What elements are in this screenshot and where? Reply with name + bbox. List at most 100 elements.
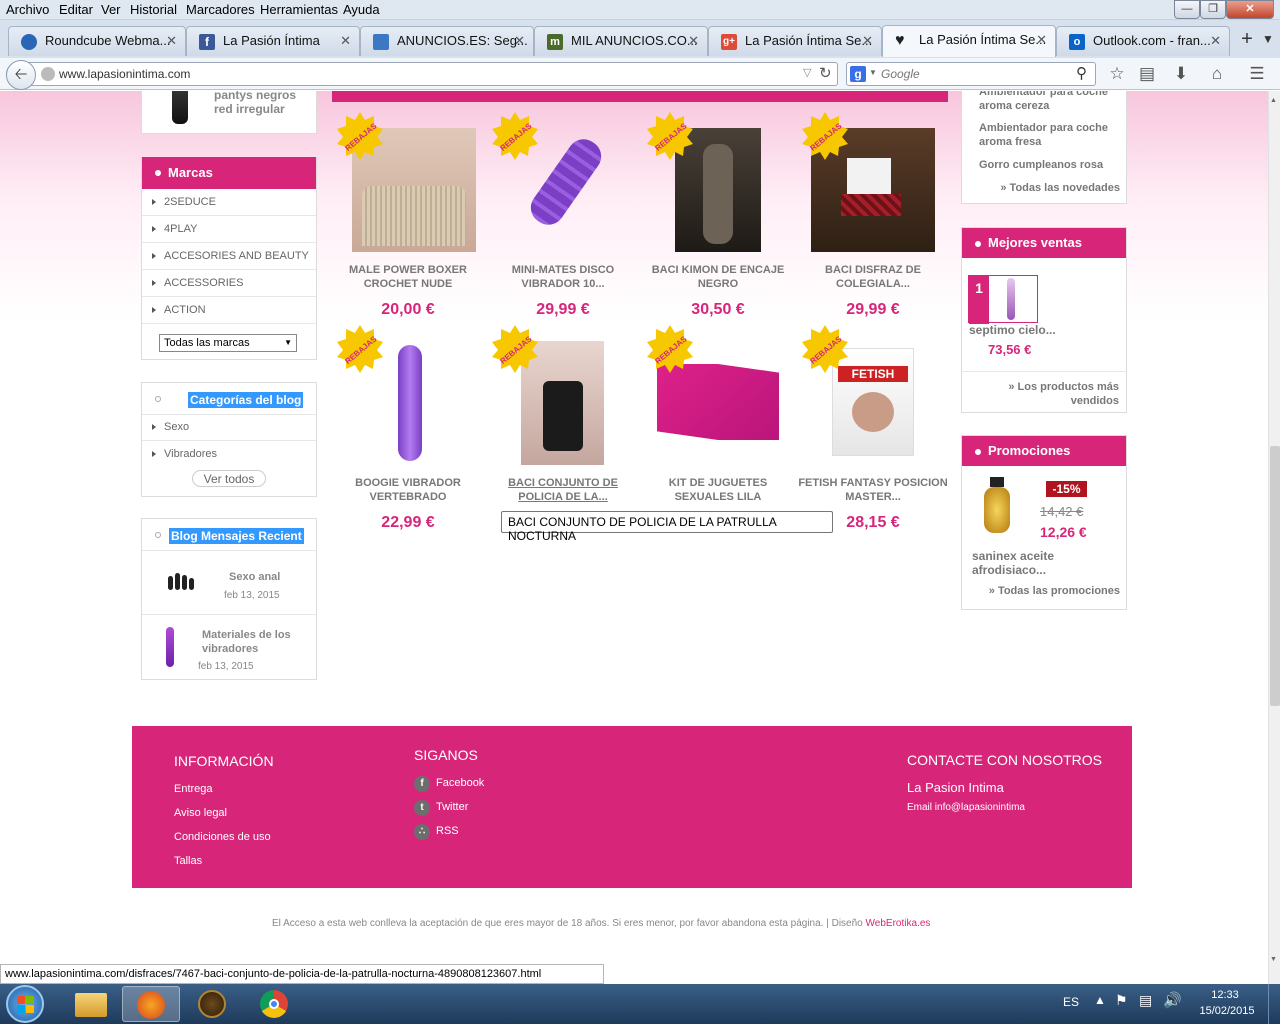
product-name[interactable]: MINI-MATES DISCO VIBRADOR 10... (488, 263, 638, 291)
menu-herramientas[interactable]: Herramientas (260, 2, 338, 17)
product-name[interactable]: KIT DE JUGUETES SEXUALES LILA (643, 476, 793, 504)
brand-item[interactable]: ACTION (142, 297, 316, 324)
brands-select[interactable]: Todas las marcas ▼ (159, 334, 297, 352)
tab-milanuncios[interactable]: m MIL ANUNCIOS.CO... ✕ (534, 26, 708, 56)
search-bar[interactable]: g ▼ Google ⚲ (846, 62, 1096, 86)
clock-time[interactable]: 12:33 (1196, 989, 1254, 1001)
rss-icon[interactable]: ∴ (414, 824, 430, 840)
bookmark-star-icon[interactable]: ☆ (1107, 64, 1127, 84)
brand-item[interactable]: ACCESORIES AND BEAUTY (142, 243, 316, 270)
footer-link-facebook[interactable]: Facebook (436, 777, 484, 789)
product-name[interactable]: FETISH FANTASY POSICION MASTER... (798, 476, 948, 504)
clock-date[interactable]: 15/02/2015 (1196, 1005, 1258, 1017)
post-thumb[interactable] (166, 627, 174, 667)
scrollbar-thumb[interactable] (1270, 446, 1280, 706)
menu-archivo[interactable]: Archivo (6, 2, 49, 17)
scroll-down-icon[interactable]: ▼ (1270, 956, 1277, 963)
volume-icon[interactable]: 🔊 (1163, 991, 1182, 1009)
brand-item[interactable]: ACCESSORIES (142, 270, 316, 297)
post-title[interactable]: Sexo anal (229, 571, 280, 583)
url-text[interactable]: www.lapasionintima.com (59, 67, 190, 81)
tab-google-plus[interactable]: g+ La Pasión Íntima Se... ✕ (708, 26, 882, 56)
scrollbar[interactable]: ▲ ▼ (1268, 91, 1280, 984)
taskbar-app[interactable] (184, 986, 242, 1022)
network-icon[interactable]: ▤ (1139, 992, 1152, 1009)
product-name[interactable]: BACI KIMON DE ENCAJE NEGRO (643, 263, 793, 291)
menu-editar[interactable]: Editar (59, 2, 93, 17)
action-center-icon[interactable]: ⚑ (1115, 992, 1128, 1009)
best-product-thumb[interactable]: 1 (968, 275, 1038, 324)
product-name-hovered[interactable]: BACI CONJUNTO DE POLICIA DE LA... (488, 476, 638, 504)
tab-outlook[interactable]: o Outlook.com - fran... ✕ (1056, 26, 1230, 56)
menu-ver[interactable]: Ver (101, 2, 121, 17)
close-window-icon[interactable]: ✕ (1226, 0, 1274, 19)
restore-icon[interactable]: ❐ (1200, 0, 1226, 19)
home-icon[interactable]: ⌂ (1207, 64, 1227, 84)
google-icon[interactable]: g (850, 66, 866, 82)
tray-arrow-icon[interactable]: ▲ (1094, 993, 1106, 1007)
contact-email[interactable]: Email info@lapasionintima (907, 802, 1025, 813)
url-bar[interactable]: 🡠 www.lapasionintima.com ▽ ↻ (6, 60, 838, 90)
twitter-icon[interactable]: t (414, 800, 430, 816)
close-tab-icon[interactable]: ✕ (514, 33, 525, 49)
new-tab-icon[interactable]: + (1236, 28, 1258, 52)
blog-category-item[interactable]: Vibradores (142, 441, 316, 468)
novedad-item[interactable]: Gorro cumpleanos rosa (979, 158, 1121, 172)
novedad-item[interactable]: Ambientador para coche aroma fresa (979, 121, 1121, 149)
product-thumb[interactable] (172, 91, 188, 124)
close-tab-icon[interactable]: ✕ (1210, 33, 1221, 49)
product-name[interactable]: MALE POWER BOXER CROCHET NUDE (333, 263, 483, 291)
footer-link-rss[interactable]: RSS (436, 825, 459, 837)
engine-dropdown-icon[interactable]: ▼ (869, 68, 877, 77)
menu-hamburger-icon[interactable]: ☰ (1247, 64, 1267, 84)
tab-roundcube[interactable]: Roundcube Webma... ✕ (8, 26, 186, 56)
facebook-icon[interactable]: f (414, 776, 430, 792)
ver-todos-button[interactable]: Ver todos (192, 470, 266, 487)
promo-product-name[interactable]: saninex aceite afrodisiaco... (972, 549, 1062, 577)
search-placeholder[interactable]: Google (881, 67, 920, 81)
show-desktop-button[interactable] (1268, 984, 1280, 1024)
footer-link-tallas[interactable]: Tallas (174, 855, 202, 867)
top-product-name[interactable]: pantys negros red irregular (214, 88, 314, 116)
all-promotions-link[interactable]: » Todas las promociones (962, 584, 1120, 598)
post-thumb[interactable] (166, 572, 198, 592)
start-button[interactable] (6, 985, 44, 1023)
tab-list-icon[interactable]: ▼ (1262, 32, 1276, 50)
all-novedades-link[interactable]: » Todas las novedades (962, 181, 1120, 195)
promo-product-thumb[interactable] (978, 477, 1020, 537)
close-tab-icon[interactable]: ✕ (1036, 32, 1047, 48)
tab-anuncios[interactable]: ANUNCIOS.ES: Seg... ✕ (360, 26, 534, 56)
taskbar-firefox[interactable] (122, 986, 180, 1022)
close-tab-icon[interactable]: ✕ (166, 33, 177, 49)
close-tab-icon[interactable]: ✕ (340, 33, 351, 49)
product-name[interactable]: BOOGIE VIBRADOR VERTEBRADO (333, 476, 483, 504)
product-image[interactable] (657, 364, 779, 440)
search-icon[interactable]: ⚲ (1076, 64, 1087, 82)
minimize-icon[interactable]: — (1174, 0, 1200, 19)
footer-link-twitter[interactable]: Twitter (436, 801, 468, 813)
designer-link[interactable]: WebErotika.es (866, 918, 931, 929)
close-tab-icon[interactable]: ✕ (862, 33, 873, 49)
language-indicator[interactable]: ES (1063, 995, 1079, 1009)
product-name[interactable]: BACI DISFRAZ DE COLEGIALA... (798, 263, 948, 291)
close-tab-icon[interactable]: ✕ (688, 33, 699, 49)
footer-link-aviso[interactable]: Aviso legal (174, 807, 227, 819)
footer-link-condiciones[interactable]: Condiciones de uso (174, 831, 271, 843)
downloads-icon[interactable]: ⬇ (1171, 64, 1191, 84)
url-dropdown-icon[interactable]: ▽ (803, 66, 811, 79)
blog-category-item[interactable]: Sexo (142, 414, 316, 441)
taskbar-chrome[interactable] (246, 986, 304, 1022)
taskbar-explorer[interactable] (62, 986, 120, 1022)
scroll-up-icon[interactable]: ▲ (1270, 97, 1277, 104)
back-icon[interactable]: 🡠 (6, 60, 36, 90)
tab-active-pasion[interactable]: ♥ La Pasión Íntima Se... ✕ (882, 25, 1056, 57)
menu-historial[interactable]: Historial (130, 2, 177, 17)
best-product-name[interactable]: septimo cielo... (969, 323, 1119, 337)
menu-marcadores[interactable]: Marcadores (186, 2, 255, 17)
menu-ayuda[interactable]: Ayuda (343, 2, 380, 17)
reload-icon[interactable]: ↻ (819, 64, 832, 82)
all-best-sellers-link[interactable]: » Los productos más vendidos (980, 380, 1119, 408)
bookmarks-list-icon[interactable]: ▤ (1137, 64, 1157, 84)
brand-item[interactable]: 2SEDUCE (142, 189, 316, 216)
novedad-item[interactable]: Ambientador para coche aroma cereza (979, 91, 1121, 111)
